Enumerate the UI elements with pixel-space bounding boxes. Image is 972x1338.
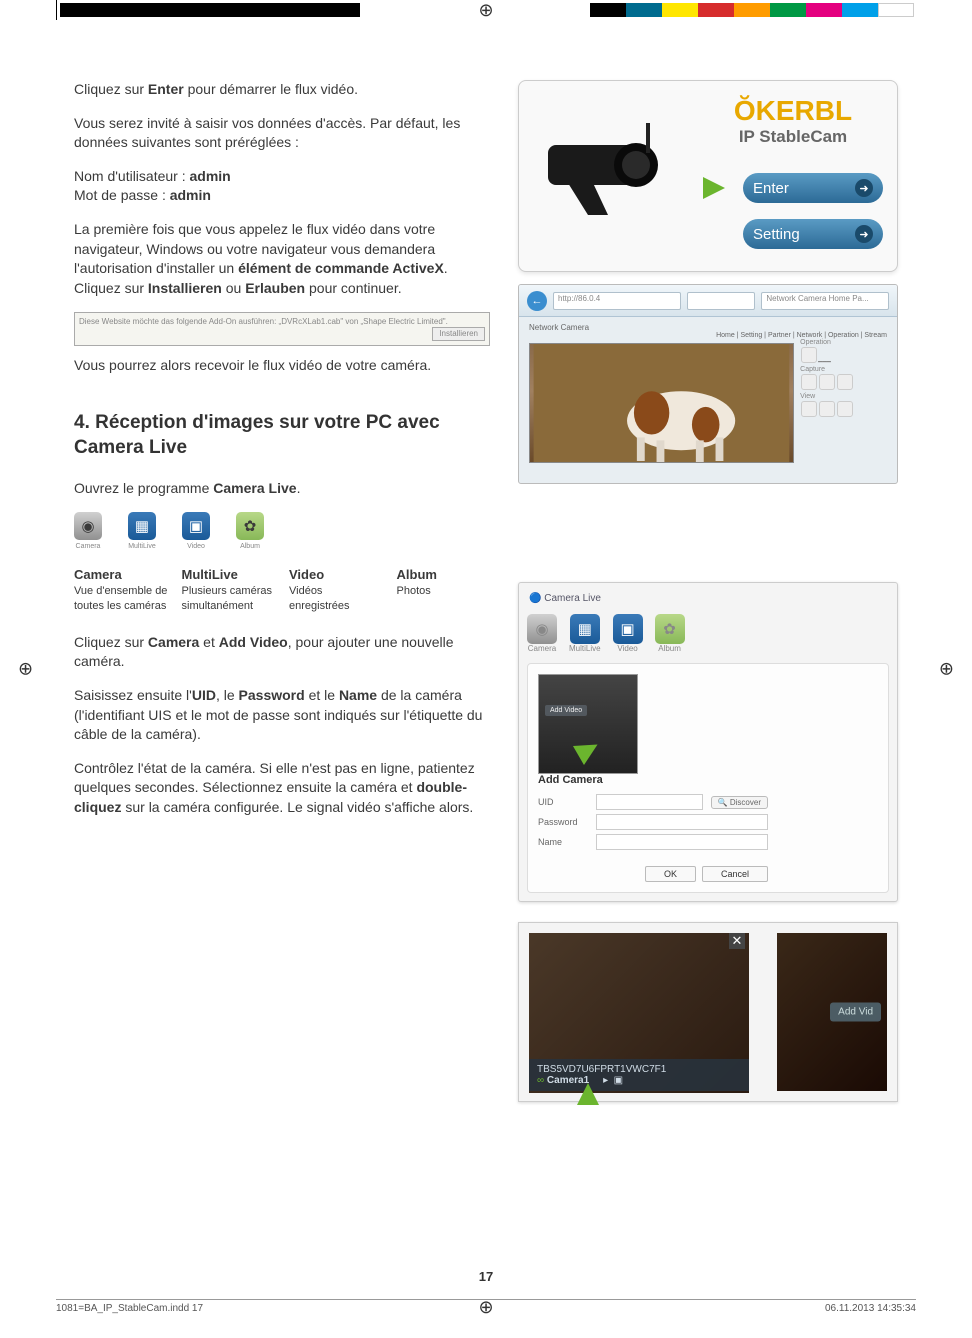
paragraph: La première fois que vous appelez le flu… bbox=[74, 220, 490, 298]
video-tab-icon[interactable]: ▣ bbox=[613, 614, 643, 644]
color-swatches bbox=[590, 3, 914, 17]
enter-button[interactable]: Enter bbox=[743, 173, 883, 203]
kerbl-logo: ŎKERBL bbox=[703, 95, 883, 127]
paragraph: Vous serez invité à saisir vos données d… bbox=[74, 114, 490, 153]
back-icon[interactable]: ← bbox=[527, 291, 547, 311]
preview-thumbnail: Add Video bbox=[538, 674, 638, 774]
print-registration-top: ⊕ bbox=[0, 0, 972, 20]
mini-btn[interactable] bbox=[801, 401, 817, 417]
mini-btn[interactable] bbox=[819, 374, 835, 390]
activex-install-bar: Diese Website möchte das folgende Add-On… bbox=[74, 312, 490, 345]
close-icon[interactable]: ✕ bbox=[729, 933, 745, 949]
icons-description: CameraVue d'ensemble de toutes les camér… bbox=[74, 566, 490, 615]
arrow-icon bbox=[573, 735, 603, 765]
paragraph: Saisissez ensuite l'UID, le Password et … bbox=[74, 686, 490, 745]
paragraph: Cliquez sur Enter pour démarrer le flux … bbox=[74, 80, 490, 100]
credentials: Nom d'utilisateur : admin Mot de passe :… bbox=[74, 167, 490, 206]
kerbl-subtitle: IP StableCam bbox=[703, 127, 883, 147]
uid-label: UID bbox=[538, 797, 588, 807]
album-icon: ✿ bbox=[236, 512, 264, 540]
search-bar[interactable]: Network Camera Home Pa... bbox=[761, 292, 889, 310]
arrow-up-icon bbox=[577, 1083, 599, 1105]
paragraph: Ouvrez le programme Camera Live. bbox=[74, 479, 490, 499]
url-bar-2[interactable] bbox=[687, 292, 756, 310]
password-input[interactable] bbox=[596, 814, 768, 830]
camera-product-image bbox=[533, 95, 693, 245]
mini-btn[interactable] bbox=[837, 374, 853, 390]
video-icon: ▣ bbox=[182, 512, 210, 540]
window-title: 🔵 Camera Live bbox=[527, 591, 889, 610]
camera-info-strip[interactable]: ✕ TBS5VD7U6FPRT1VWC7F1 ∞ Camera1 ▸ ▣ bbox=[529, 1059, 749, 1091]
mini-btn[interactable] bbox=[801, 347, 817, 363]
video-stream bbox=[529, 343, 794, 463]
app-icons-row: ◉Camera ▦MultiLive ▣Video ✿Album bbox=[74, 512, 490, 552]
nav-links[interactable]: Home | Setting | Partner | Network | Ope… bbox=[529, 332, 887, 339]
camera-live-screenshot: 🔵 Camera Live ◉Camera ▦MultiLive ▣Video … bbox=[518, 582, 898, 902]
paragraph: Contrôlez l'état de la caméra. Si elle n… bbox=[74, 759, 490, 818]
capture-label: Capture bbox=[800, 366, 875, 373]
add-video-button[interactable]: Add Vid bbox=[830, 1003, 881, 1022]
album-tab-icon[interactable]: ✿ bbox=[655, 614, 685, 644]
ok-button[interactable]: OK bbox=[645, 866, 696, 882]
browser-screenshot: ← http://86.0.4 Network Camera Home Pa..… bbox=[518, 284, 898, 484]
camera-icon: ◉ bbox=[74, 512, 102, 540]
mini-btn[interactable] bbox=[819, 401, 835, 417]
password-label: Password bbox=[538, 817, 588, 827]
uid-input[interactable] bbox=[596, 794, 703, 810]
cancel-button[interactable]: Cancel bbox=[702, 866, 768, 882]
paragraph: Cliquez sur Camera et Add Video, pour aj… bbox=[74, 633, 490, 672]
name-label: Name bbox=[538, 837, 588, 847]
install-button[interactable]: Installieren bbox=[432, 327, 485, 341]
paragraph: Vous pourrez alors recevoir le flux vidé… bbox=[74, 356, 490, 376]
multilive-tab-icon[interactable]: ▦ bbox=[570, 614, 600, 644]
operation-label: Operation bbox=[800, 339, 875, 346]
live-side-panel: Add Vid bbox=[777, 933, 887, 1091]
indesign-footer: 1081=BA_IP_StableCam.indd 1706.11.2013 1… bbox=[56, 1299, 916, 1314]
url-bar[interactable]: http://86.0.4 bbox=[553, 292, 681, 310]
view-label: View bbox=[800, 393, 875, 400]
registration-mark-left: ⊕ bbox=[18, 659, 33, 680]
live-view-screenshot: ✕ TBS5VD7U6FPRT1VWC7F1 ∞ Camera1 ▸ ▣ Add… bbox=[518, 922, 898, 1102]
mini-btn[interactable] bbox=[837, 401, 853, 417]
setting-button[interactable]: Setting bbox=[743, 219, 883, 249]
add-video-tag[interactable]: Add Video bbox=[545, 705, 587, 716]
cmyk-bars bbox=[60, 3, 360, 17]
registration-mark-right: ⊕ bbox=[939, 659, 954, 680]
name-input[interactable] bbox=[596, 834, 768, 850]
page-title: Network Camera bbox=[529, 323, 887, 332]
arrow-icon bbox=[703, 177, 725, 199]
section-heading: 4. Réception d'images sur votre PC avec … bbox=[74, 411, 490, 460]
camera-tab-icon[interactable]: ◉ bbox=[527, 614, 557, 644]
mini-btn[interactable] bbox=[801, 374, 817, 390]
discover-button[interactable]: 🔍 Discover bbox=[711, 796, 768, 809]
panel-title: Add Camera bbox=[538, 774, 768, 786]
multilive-icon: ▦ bbox=[128, 512, 156, 540]
page-number: 17 bbox=[479, 1269, 493, 1284]
registration-mark-top: ⊕ bbox=[478, 0, 493, 21]
kerbl-app-screenshot: ŎKERBL IP StableCam Enter Setting bbox=[518, 80, 898, 272]
